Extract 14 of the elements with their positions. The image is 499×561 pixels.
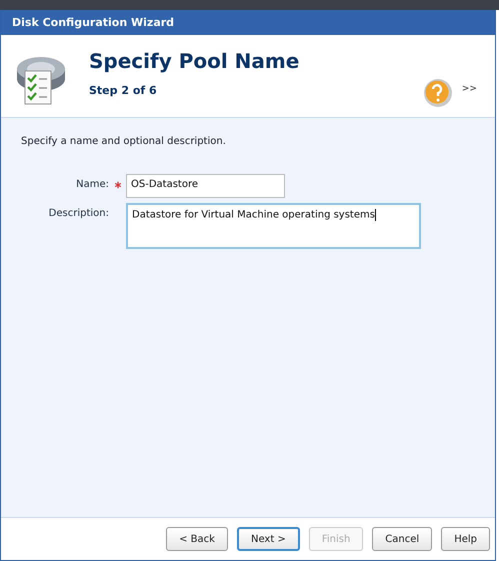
window-title: Disk Configuration Wizard (12, 16, 174, 29)
instructions-text: Specify a name and optional description. (21, 136, 226, 147)
wizard-button[interactable]: Help (441, 527, 490, 551)
name-field[interactable]: OS-Datastore (126, 174, 285, 198)
field-label: Description: (48, 207, 109, 219)
step-indicator: Step 2 of 6 (89, 84, 158, 97)
wizard-button[interactable]: Cancel (372, 527, 432, 551)
wizard-button[interactable]: < Back (166, 527, 228, 551)
field-label: Name: (75, 178, 109, 190)
page-title: Specify Pool Name (89, 49, 300, 73)
wizard-button[interactable]: Next > (236, 527, 300, 551)
expand-link[interactable]: >> (462, 84, 477, 94)
help-icon[interactable] (423, 78, 453, 108)
description-field[interactable]: Datastore for Virtual Machine operating systems (126, 203, 421, 249)
